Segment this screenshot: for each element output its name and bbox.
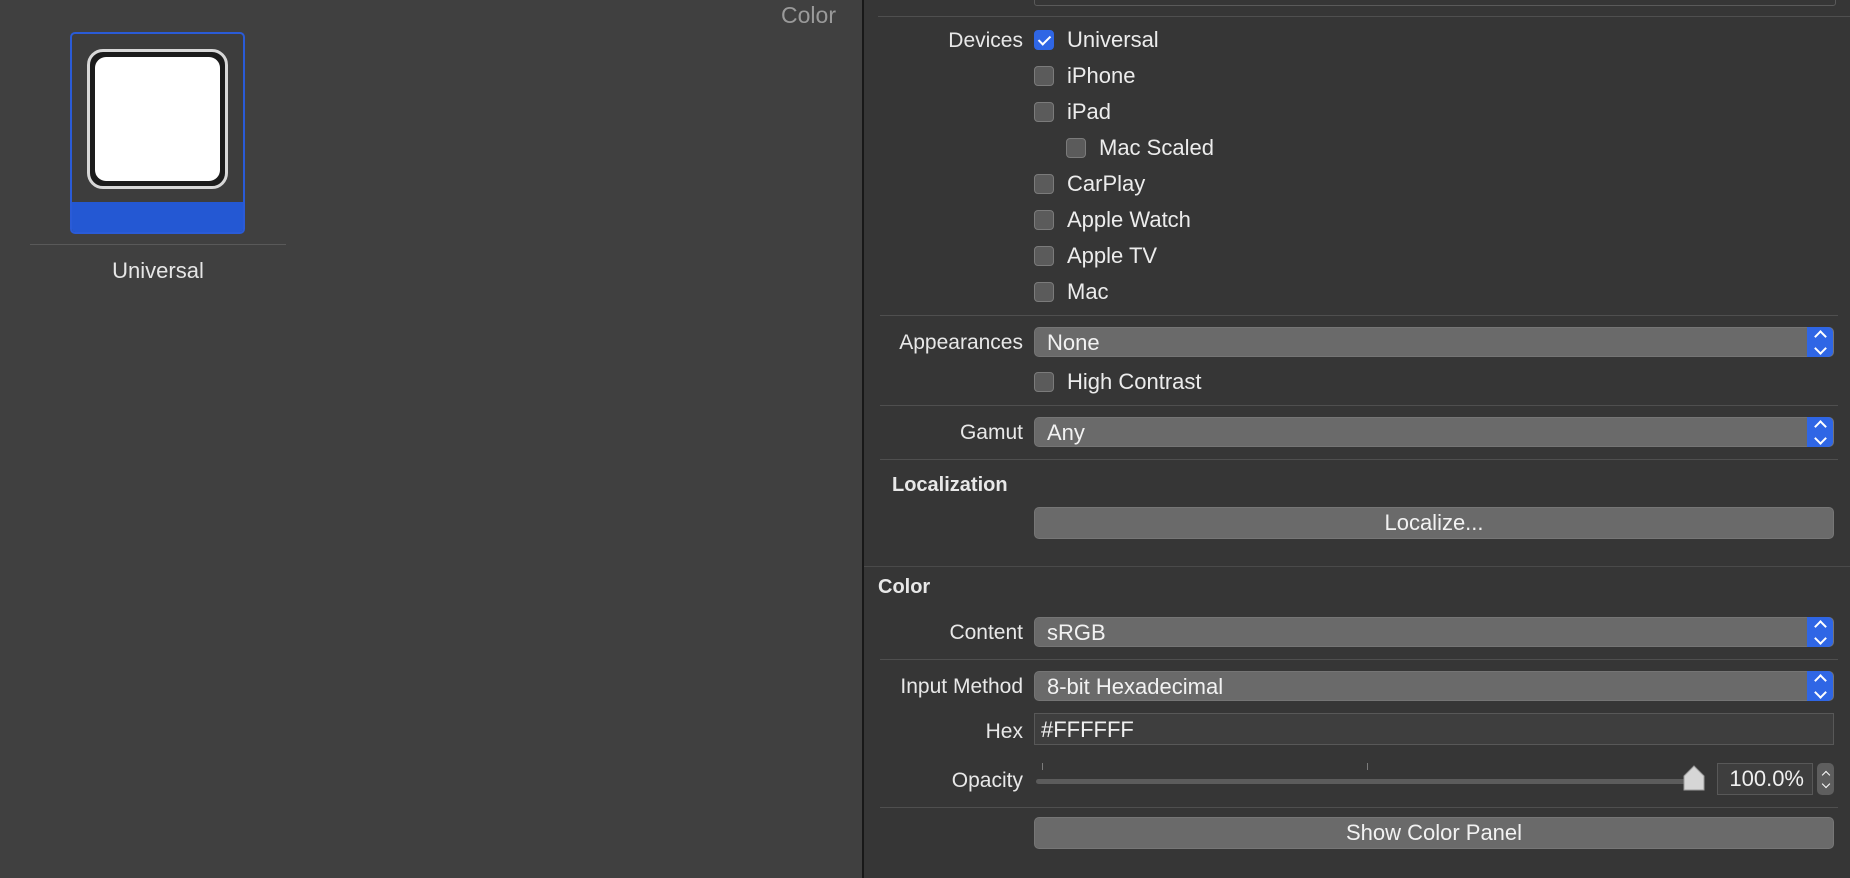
opacity-input[interactable]: 100.0%: [1717, 763, 1813, 795]
gamut-label: Gamut: [959, 421, 1023, 444]
content-value: sRGB: [1047, 620, 1106, 645]
device-checkbox-iphone[interactable]: iPhone: [1034, 63, 1136, 89]
device-checkbox-universal[interactable]: Universal: [1034, 27, 1159, 53]
slider-tick: [1042, 763, 1043, 770]
checkbox-icon[interactable]: [1034, 282, 1054, 302]
checkbox-icon[interactable]: [1034, 174, 1054, 194]
opacity-slider-thumb[interactable]: [1683, 765, 1705, 791]
checkbox-icon[interactable]: [1034, 66, 1054, 86]
chevron-updown-icon: [1807, 417, 1833, 447]
chevron-up-icon[interactable]: [1821, 770, 1830, 779]
chevron-updown-icon: [1807, 617, 1833, 647]
separator: [880, 405, 1838, 406]
devices-label: Devices: [948, 29, 1023, 52]
input-method-value: 8-bit Hexadecimal: [1047, 674, 1224, 699]
device-checkbox-apple-watch[interactable]: Apple Watch: [1034, 207, 1191, 233]
color-heading: Color: [878, 576, 931, 598]
appearances-popup[interactable]: None: [1034, 327, 1834, 357]
content-label: Content: [949, 621, 1023, 644]
hex-value: #FFFFFF: [1041, 717, 1134, 742]
section-separator: [864, 566, 1850, 567]
swatch-selection-bar: [72, 202, 243, 232]
device-label: iPad: [1067, 99, 1112, 124]
checkbox-icon[interactable]: [1034, 30, 1054, 50]
swatch-divider: [30, 244, 286, 245]
gamut-value: Any: [1047, 420, 1085, 445]
separator: [880, 807, 1838, 808]
separator: [880, 659, 1838, 660]
opacity-label: Opacity: [951, 769, 1023, 792]
device-label: Mac Scaled: [1099, 135, 1214, 160]
separator: [880, 315, 1838, 316]
separator: [880, 459, 1838, 460]
chevron-updown-icon: [1807, 327, 1833, 357]
color-swatch-frame: [87, 49, 228, 189]
device-checkbox-apple-tv[interactable]: Apple TV: [1034, 243, 1157, 269]
input-method-label: Input Method: [900, 675, 1023, 698]
swatch-label: Universal: [112, 258, 204, 283]
input-method-popup[interactable]: 8-bit Hexadecimal: [1034, 671, 1834, 701]
high-contrast-label: High Contrast: [1067, 369, 1202, 394]
device-checkbox-ipad[interactable]: iPad: [1034, 99, 1111, 125]
device-label: CarPlay: [1067, 171, 1146, 196]
hex-input[interactable]: #FFFFFF: [1034, 713, 1834, 745]
checkbox-icon[interactable]: [1066, 138, 1086, 158]
color-swatch-card[interactable]: [70, 32, 245, 234]
device-label: Apple Watch: [1067, 207, 1191, 232]
opacity-slider[interactable]: [1036, 779, 1701, 784]
show-color-panel-button[interactable]: Show Color Panel: [1034, 817, 1834, 849]
device-checkbox-mac[interactable]: Mac: [1034, 279, 1109, 305]
chevron-updown-icon: [1807, 671, 1833, 701]
checkbox-icon[interactable]: [1034, 372, 1054, 392]
slider-tick: [1367, 763, 1368, 770]
appearances-label: Appearances: [899, 331, 1023, 354]
chevron-down-icon[interactable]: [1821, 779, 1830, 788]
color-swatch-preview: [95, 57, 220, 181]
content-popup[interactable]: sRGB: [1034, 617, 1834, 647]
opacity-stepper[interactable]: [1817, 763, 1834, 795]
separator: [878, 16, 1850, 17]
device-label: Apple TV: [1067, 243, 1158, 268]
checkbox-icon[interactable]: [1034, 246, 1054, 266]
asset-canvas: Color Universal: [0, 0, 862, 878]
device-label: Mac: [1067, 279, 1109, 304]
localize-button[interactable]: Localize...: [1034, 507, 1834, 539]
canvas-section-title: Color: [781, 2, 836, 28]
high-contrast-checkbox[interactable]: High Contrast: [1034, 369, 1202, 395]
device-label: Universal: [1067, 27, 1159, 52]
name-field-edge: [1034, 0, 1836, 6]
device-checkbox-mac-scaled[interactable]: Mac Scaled: [1066, 135, 1214, 161]
localization-heading: Localization: [892, 474, 1008, 496]
device-checkbox-carplay[interactable]: CarPlay: [1034, 171, 1145, 197]
attributes-inspector: Devices Universal iPhone iPad Mac Scaled…: [864, 0, 1850, 878]
appearances-value: None: [1047, 330, 1100, 355]
hex-label: Hex: [985, 720, 1023, 743]
checkbox-icon[interactable]: [1034, 210, 1054, 230]
device-label: iPhone: [1067, 63, 1136, 88]
checkbox-icon[interactable]: [1034, 102, 1054, 122]
gamut-popup[interactable]: Any: [1034, 417, 1834, 447]
